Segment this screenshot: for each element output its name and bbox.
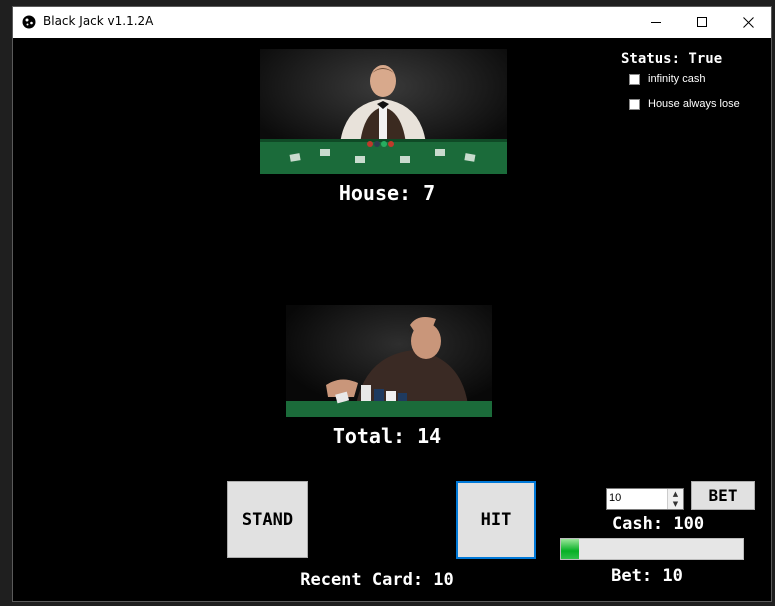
cash-text: Cash: 100 [611, 514, 705, 534]
minimize-icon [650, 22, 661, 23]
hit-button[interactable]: HIT [456, 481, 536, 559]
close-icon [742, 17, 754, 28]
maximize-button[interactable] [679, 7, 725, 38]
minimize-button[interactable] [633, 7, 679, 38]
progress-fill [561, 539, 580, 559]
cash-progress-bar [560, 538, 744, 560]
checkbox-label: infinity cash [648, 73, 706, 85]
bet-amount-input[interactable]: 10 ▲ ▼ [606, 488, 684, 510]
house-always-lose-checkbox[interactable]: House always lose [629, 98, 740, 110]
maximize-icon [696, 17, 707, 27]
stepper-down-icon[interactable]: ▼ [668, 499, 683, 509]
status-text: Status: True [621, 51, 723, 67]
app-window: Black Jack v1.1.2A Status: True infinity… [12, 6, 772, 602]
stepper-up-icon[interactable]: ▲ [668, 489, 683, 499]
bet-amount-value: 10 [609, 492, 622, 504]
house-score: House: 7 [338, 181, 436, 205]
bet-text: Bet: 10 [611, 566, 683, 586]
player-total: Total: 14 [332, 424, 442, 448]
close-button[interactable] [725, 7, 771, 38]
dealer-image [260, 49, 507, 174]
window-title: Black Jack v1.1.2A [43, 14, 154, 28]
bet-amount-stepper[interactable]: ▲ ▼ [667, 489, 683, 509]
recent-card: Recent Card: 10 [300, 570, 454, 590]
infinity-cash-checkbox[interactable]: infinity cash [629, 73, 705, 85]
checkbox-box[interactable] [629, 73, 640, 85]
title-bar[interactable]: Black Jack v1.1.2A [13, 7, 771, 38]
bet-button[interactable]: BET [691, 481, 755, 510]
app-icon [22, 15, 36, 29]
checkbox-box[interactable] [629, 98, 640, 110]
player-image [286, 305, 492, 417]
game-area: Status: True infinity cash House always … [13, 38, 771, 601]
stand-button[interactable]: STAND [227, 481, 308, 558]
checkbox-label: House always lose [648, 98, 740, 110]
